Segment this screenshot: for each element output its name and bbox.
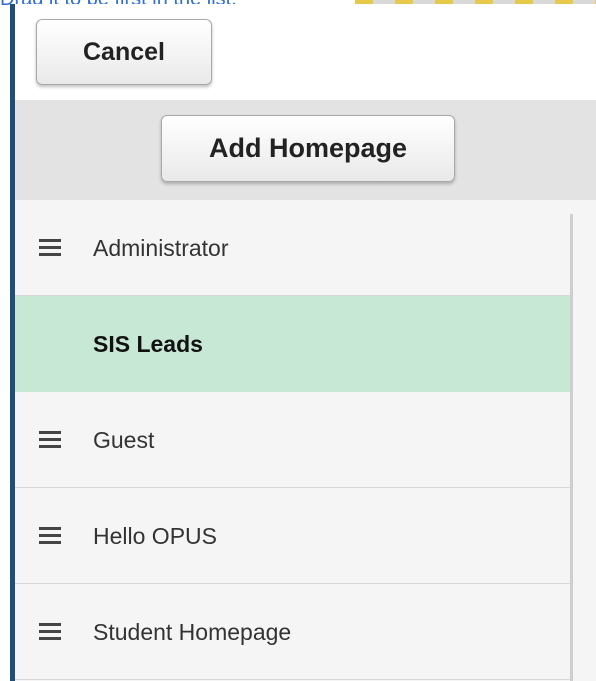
- list-item-label: Guest: [93, 427, 155, 453]
- list-item[interactable]: Student Homepage: [15, 584, 573, 680]
- cancel-button[interactable]: Cancel: [36, 19, 212, 85]
- drag-handle-icon[interactable]: [39, 623, 61, 641]
- list-item-dragging[interactable]: SIS Leads: [15, 296, 573, 392]
- drag-handle-icon[interactable]: [39, 527, 61, 545]
- add-homepage-toolbar: Add Homepage: [15, 100, 596, 200]
- list-item[interactable]: Hello OPUS: [15, 488, 573, 584]
- homepage-list: Administrator SIS Leads Guest Hello OPUS…: [15, 200, 577, 681]
- drag-handle-icon[interactable]: [39, 431, 61, 449]
- list-item-label: Student Homepage: [93, 619, 292, 645]
- list-item[interactable]: Guest: [15, 392, 573, 488]
- list-scrollbar[interactable]: [570, 214, 573, 681]
- drag-handle-icon[interactable]: [39, 239, 61, 257]
- cancel-toolbar: Cancel: [15, 4, 596, 100]
- add-homepage-button[interactable]: Add Homepage: [161, 115, 455, 182]
- list-item[interactable]: Administrator: [15, 200, 573, 296]
- homepage-manager-panel: Cancel Add Homepage Administrator SIS Le…: [10, 4, 596, 681]
- list-item-label: Administrator: [93, 235, 229, 261]
- list-item-label: SIS Leads: [93, 331, 203, 357]
- list-item-label: Hello OPUS: [93, 523, 217, 549]
